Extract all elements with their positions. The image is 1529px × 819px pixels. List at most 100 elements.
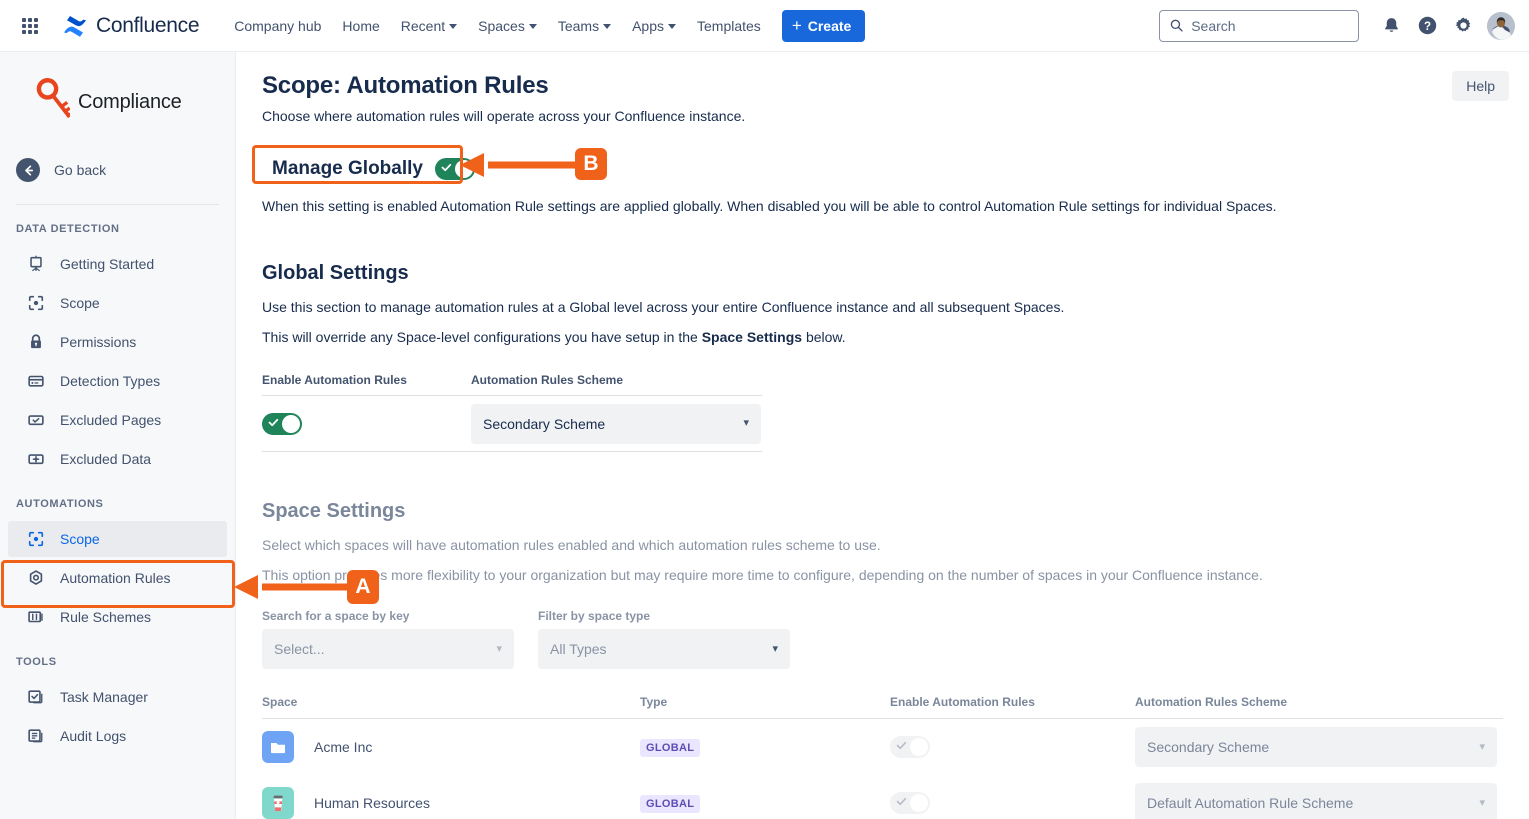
space-enable-toggle[interactable]	[890, 736, 930, 758]
confluence-logo-link[interactable]: Confluence	[62, 13, 199, 39]
search-input[interactable]	[1191, 18, 1348, 34]
sidebar-item-detection-types[interactable]: Detection Types	[8, 363, 227, 399]
nav-company-hub[interactable]: Company hub	[225, 12, 330, 40]
nav-spaces[interactable]: Spaces	[469, 12, 546, 40]
space-type-filter-select[interactable]: All Types ▾	[538, 629, 790, 669]
chevron-down-icon	[449, 24, 457, 29]
sidebar-item-automation-rules[interactable]: Automation Rules	[8, 560, 227, 596]
sidebar-item-task-manager[interactable]: Task Manager	[8, 679, 227, 715]
nav-teams[interactable]: Teams	[549, 12, 620, 40]
nav-home[interactable]: Home	[333, 12, 388, 40]
gs-p2-pre: This will override any Space-level confi…	[262, 329, 702, 345]
check-icon	[896, 740, 907, 751]
space-enable-toggle[interactable]	[890, 792, 930, 814]
sidebar-item-label: Scope	[60, 295, 100, 311]
sidebar-item-label: Permissions	[60, 334, 136, 350]
primary-nav-links: Company hub Home Recent Spaces Teams App…	[225, 12, 770, 40]
nav-label: Recent	[401, 18, 445, 34]
go-back-button[interactable]: Go back	[0, 150, 235, 190]
key-logo-icon	[24, 76, 70, 128]
sidebar-item-excluded-data[interactable]: Excluded Data	[8, 441, 227, 477]
settings-gear-icon[interactable]	[1447, 10, 1479, 42]
manage-globally-label: Manage Globally	[272, 158, 423, 180]
chevron-down-icon: ▾	[772, 644, 778, 655]
target-scope-icon	[26, 529, 46, 549]
create-button-label: Create	[808, 18, 852, 34]
sidebar-item-scope-automations[interactable]: Scope	[8, 521, 227, 557]
global-settings-paragraph-1: Use this section to manage automation ru…	[262, 299, 1529, 315]
easel-icon	[26, 254, 46, 274]
col-header-enable-automation-rules: Enable Automation Rules	[262, 373, 471, 387]
nav-templates[interactable]: Templates	[688, 12, 770, 40]
user-avatar[interactable]	[1487, 12, 1515, 40]
sidebar-item-label: Audit Logs	[60, 728, 126, 744]
help-button[interactable]: Help	[1452, 71, 1509, 101]
space-cell: Human Resources	[262, 787, 640, 819]
search-box[interactable]	[1159, 10, 1359, 42]
top-right-toolbar: ?	[1159, 10, 1515, 42]
select-value: Secondary Scheme	[483, 416, 605, 432]
sidebar-section-title-automations: AUTOMATIONS	[0, 480, 235, 518]
gs-p2-bold: Space Settings	[702, 329, 802, 345]
manage-globally-row: Manage Globally	[262, 152, 466, 186]
global-settings-table: Enable Automation Rules Automation Rules…	[262, 373, 762, 452]
card-icon	[26, 371, 46, 391]
notifications-bell-icon[interactable]	[1375, 10, 1407, 42]
check-icon	[896, 796, 907, 807]
space-settings-heading: Space Settings	[262, 500, 1529, 523]
global-settings-body-row: Secondary Scheme ▾	[262, 396, 762, 452]
sidebar-item-excluded-pages[interactable]: Excluded Pages	[8, 402, 227, 438]
sidebar-item-getting-started[interactable]: Getting Started	[8, 246, 227, 282]
space-search-field-group: Search for a space by key Select... ▾	[262, 609, 514, 669]
sidebar-item-rule-schemes[interactable]: Rule Schemes	[8, 599, 227, 635]
sidebar-item-label: Excluded Pages	[60, 412, 161, 428]
search-icon	[1170, 18, 1183, 33]
space-filters: Search for a space by key Select... ▾ Fi…	[262, 609, 1529, 669]
hexagon-gear-icon	[26, 568, 46, 588]
space-scheme-cell: Secondary Scheme ▾	[1135, 727, 1503, 767]
grid-apps-icon[interactable]	[16, 12, 44, 40]
space-type-cell: GLOBAL	[640, 738, 890, 757]
global-enable-cell	[262, 413, 471, 435]
space-cell: Acme Inc	[262, 731, 640, 763]
chevron-down-icon: ▾	[743, 418, 749, 429]
table-row: Human Resources GLOBAL Default Automa	[262, 775, 1503, 819]
sidebar-item-label: Scope	[60, 531, 100, 547]
space-search-select[interactable]: Select... ▾	[262, 629, 514, 669]
col-header-automation-rules-scheme: Automation Rules Scheme	[471, 373, 623, 387]
space-automation-rules-scheme-select[interactable]: Default Automation Rule Scheme ▾	[1135, 783, 1497, 819]
global-enable-automation-rules-toggle[interactable]	[262, 413, 302, 435]
target-scope-icon	[26, 293, 46, 313]
col-header-enable: Enable Automation Rules	[890, 695, 1135, 709]
manage-globally-description: When this setting is enabled Automation …	[262, 198, 1529, 214]
spaces-table-header: Space Type Enable Automation Rules Autom…	[262, 695, 1503, 719]
space-type-filter-group: Filter by space type All Types ▾	[538, 609, 790, 669]
lock-icon	[26, 332, 46, 352]
toggle-knob	[910, 794, 928, 812]
left-sidebar: Compliance Go back DATA DETECTION	[0, 52, 236, 819]
task-check-icon	[26, 687, 46, 707]
sidebar-section-title-data-detection: DATA DETECTION	[0, 205, 235, 243]
nav-apps[interactable]: Apps	[623, 12, 685, 40]
chevron-down-icon	[529, 24, 537, 29]
nav-recent[interactable]: Recent	[392, 12, 466, 40]
sidebar-item-scope-data-detection[interactable]: Scope	[8, 285, 227, 321]
select-value: Default Automation Rule Scheme	[1147, 795, 1353, 811]
global-automation-rules-scheme-select[interactable]: Secondary Scheme ▾	[471, 404, 761, 444]
sidebar-item-permissions[interactable]: Permissions	[8, 324, 227, 360]
space-enable-cell	[890, 736, 1135, 758]
document-lines-icon	[26, 726, 46, 746]
toggle-knob	[282, 415, 300, 433]
create-button[interactable]: + Create	[782, 10, 866, 42]
nav-label: Home	[342, 18, 379, 34]
global-settings-header-row: Enable Automation Rules Automation Rules…	[262, 373, 762, 396]
chevron-down-icon	[668, 24, 676, 29]
space-settings-paragraph-1: Select which spaces will have automation…	[262, 537, 1529, 553]
space-automation-rules-scheme-select[interactable]: Secondary Scheme ▾	[1135, 727, 1497, 767]
chevron-down-icon: ▾	[1479, 742, 1485, 753]
sidebar-item-audit-logs[interactable]: Audit Logs	[8, 718, 227, 754]
sidebar-item-label: Detection Types	[60, 373, 160, 389]
annotation-arrow-a	[232, 572, 360, 602]
space-settings-paragraph-2: This option provides more flexibility to…	[262, 567, 1529, 583]
help-circle-icon[interactable]: ?	[1411, 10, 1443, 42]
